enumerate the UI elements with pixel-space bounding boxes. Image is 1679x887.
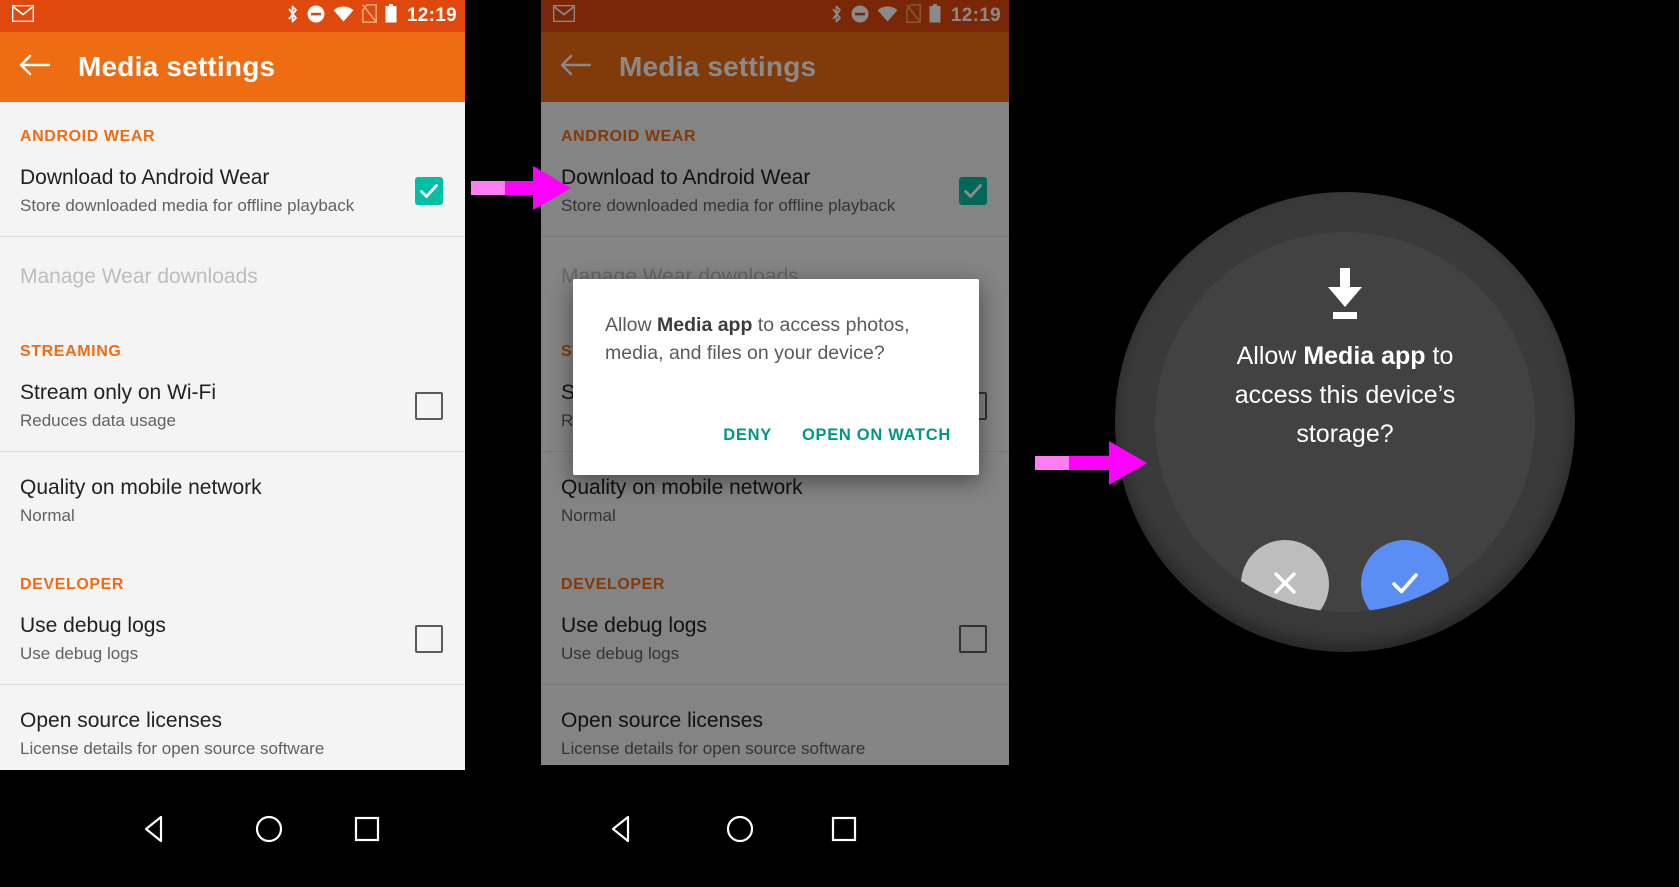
system-navigation-bar bbox=[0, 770, 1009, 887]
nav-back-icon[interactable] bbox=[605, 812, 639, 846]
watch-message-before: Allow bbox=[1236, 342, 1304, 370]
row-quality-on-mobile-network[interactable]: Quality on mobile network Normal bbox=[0, 452, 465, 550]
section-header-android-wear: ANDROID WEAR bbox=[561, 128, 697, 145]
row-title: Open source licenses bbox=[561, 709, 763, 732]
status-bar-clock: 12:19 bbox=[950, 5, 1001, 26]
page-title: Media settings bbox=[78, 51, 276, 82]
permission-dialog: Allow Media app to access photos, media,… bbox=[573, 279, 979, 475]
do-not-disturb-icon bbox=[851, 5, 869, 28]
nav-recents-icon[interactable] bbox=[827, 812, 861, 846]
row-title: Use debug logs bbox=[20, 614, 166, 637]
battery-icon bbox=[929, 4, 941, 28]
nav-home-icon[interactable] bbox=[252, 812, 286, 846]
status-bar-right: 12:19 bbox=[830, 0, 1005, 32]
row-title: Stream only on Wi-Fi bbox=[20, 381, 217, 404]
battery-icon bbox=[385, 4, 397, 28]
checkbox-use-debug-logs bbox=[959, 625, 987, 653]
close-icon bbox=[1268, 566, 1302, 603]
checkbox-stream-only-on-wifi[interactable] bbox=[415, 392, 443, 420]
dialog-message-before: Allow bbox=[605, 314, 658, 336]
nav-back-icon[interactable] bbox=[138, 812, 172, 846]
row-title: Use debug logs bbox=[561, 614, 707, 637]
dialog-actions: DENY OPEN ON WATCH bbox=[719, 420, 955, 451]
checkbox-use-debug-logs[interactable] bbox=[415, 625, 443, 653]
row-subtitle: Normal bbox=[561, 506, 616, 525]
row-open-source-licenses: Open source licenses License details for… bbox=[541, 685, 1009, 765]
check-icon bbox=[1386, 564, 1424, 605]
row-open-source-licenses[interactable]: Open source licenses License details for… bbox=[0, 685, 465, 770]
dialog-message: Allow Media app to access photos, media,… bbox=[605, 311, 949, 367]
nav-recents-icon[interactable] bbox=[350, 812, 384, 846]
row-download-to-android-wear[interactable]: Download to Android Wear Store downloade… bbox=[0, 146, 465, 236]
row-stream-only-on-wifi[interactable]: Stream only on Wi-Fi Reduces data usage bbox=[0, 361, 465, 451]
watch-message-app: Media app bbox=[1303, 342, 1426, 370]
section-header-developer: DEVELOPER bbox=[561, 576, 666, 593]
arrow-tail bbox=[1069, 456, 1113, 470]
app-bar: Media settings bbox=[541, 32, 1009, 102]
section-header-streaming: STREAMING bbox=[20, 343, 122, 360]
arrow-dialog-to-watch bbox=[1035, 441, 1147, 485]
arrow-tail-light bbox=[471, 181, 505, 195]
gmail-icon bbox=[552, 4, 576, 27]
bluetooth-icon bbox=[830, 4, 843, 29]
row-title: Download to Android Wear bbox=[561, 166, 811, 189]
bluetooth-icon bbox=[286, 4, 299, 29]
nav-home-icon[interactable] bbox=[723, 812, 757, 846]
arrow-head bbox=[1109, 441, 1147, 485]
row-download-to-android-wear: Download to Android Wear Store downloade… bbox=[541, 146, 1009, 236]
watch-deny-button[interactable] bbox=[1241, 540, 1329, 612]
status-bar: 12:19 bbox=[541, 0, 1009, 32]
do-not-disturb-icon bbox=[307, 5, 325, 28]
back-arrow-icon[interactable] bbox=[559, 53, 592, 82]
back-arrow-icon[interactable] bbox=[18, 53, 51, 82]
gmail-icon bbox=[11, 4, 35, 27]
arrow-head bbox=[533, 166, 571, 210]
checkbox-download-to-android-wear bbox=[959, 177, 987, 205]
phone-panel-settings: 12:19 Media settings ANDROID WEAR Downlo… bbox=[0, 0, 465, 770]
no-sim-icon bbox=[905, 4, 921, 28]
status-bar-clock: 12:19 bbox=[406, 5, 457, 26]
page-title: Media settings bbox=[619, 51, 817, 82]
watch-body: Allow Media app to access this device’s … bbox=[1115, 192, 1575, 652]
row-subtitle: Store downloaded media for offline playb… bbox=[20, 196, 355, 215]
row-title: Manage Wear downloads bbox=[20, 265, 258, 288]
watch-message: Allow Media app to access this device’s … bbox=[1195, 337, 1495, 454]
watch-allow-button[interactable] bbox=[1361, 540, 1449, 612]
checkbox-download-to-android-wear[interactable] bbox=[415, 177, 443, 205]
row-title: Open source licenses bbox=[20, 709, 222, 732]
no-sim-icon bbox=[361, 4, 377, 28]
wifi-icon bbox=[877, 5, 898, 27]
screenshot-stage: 12:19 Media settings ANDROID WEAR Downlo… bbox=[0, 0, 1679, 887]
download-icon bbox=[1323, 268, 1367, 325]
row-subtitle: Use debug logs bbox=[561, 644, 680, 663]
watch-screen: Allow Media app to access this device’s … bbox=[1155, 232, 1535, 612]
row-title: Quality on mobile network bbox=[20, 476, 262, 499]
row-use-debug-logs: Use debug logs Use debug logs bbox=[541, 594, 1009, 684]
deny-button[interactable]: DENY bbox=[719, 420, 776, 451]
watch-actions bbox=[1155, 540, 1535, 612]
row-subtitle: Use debug logs bbox=[20, 644, 139, 663]
row-manage-wear-downloads[interactable]: Manage Wear downloads bbox=[0, 237, 465, 317]
status-bar-left bbox=[552, 0, 576, 32]
row-title: Download to Android Wear bbox=[20, 166, 270, 189]
row-use-debug-logs[interactable]: Use debug logs Use debug logs bbox=[0, 594, 465, 684]
row-subtitle: Reduces data usage bbox=[20, 411, 176, 430]
row-subtitle: License details for open source software bbox=[561, 739, 866, 758]
status-bar: 12:19 bbox=[0, 0, 465, 32]
section-header-android-wear: ANDROID WEAR bbox=[20, 128, 156, 145]
settings-list: ANDROID WEAR Download to Android Wear St… bbox=[0, 102, 465, 770]
row-title: Quality on mobile network bbox=[561, 476, 803, 499]
status-bar-right: 12:19 bbox=[286, 0, 461, 32]
section-header-developer: DEVELOPER bbox=[20, 576, 125, 593]
row-subtitle: Normal bbox=[20, 506, 75, 525]
open-on-watch-button[interactable]: OPEN ON WATCH bbox=[798, 420, 955, 451]
wifi-icon bbox=[333, 5, 354, 27]
row-subtitle: License details for open source software bbox=[20, 739, 325, 758]
app-bar: Media settings bbox=[0, 32, 465, 102]
arrow-tail-light bbox=[1035, 456, 1069, 470]
dialog-message-app: Media app bbox=[657, 314, 753, 336]
status-bar-left bbox=[11, 0, 35, 32]
row-subtitle: Store downloaded media for offline playb… bbox=[561, 196, 896, 215]
arrow-phone-to-dialog bbox=[471, 166, 571, 210]
